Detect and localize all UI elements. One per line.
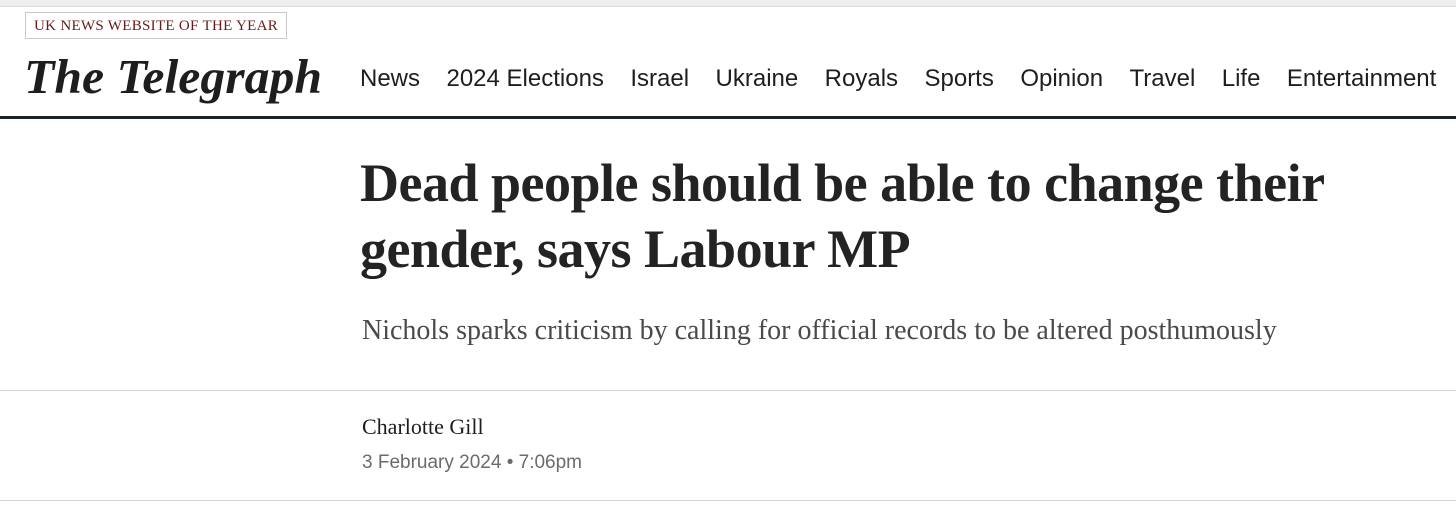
article-headline: Dead people should be able to change the… [360, 153, 1324, 279]
divider [0, 390, 1456, 391]
main-nav: News 2024 Elections Israel Ukraine Royal… [360, 62, 1456, 96]
nav-item-opinion[interactable]: Opinion [1020, 62, 1103, 96]
date-separator: • [506, 452, 514, 473]
nav-item-israel[interactable]: Israel [630, 62, 689, 96]
nav-item-ukraine[interactable]: Ukraine [716, 62, 799, 96]
award-badge: UK NEWS WEBSITE OF THE YEAR [25, 12, 288, 39]
nav-item-royals[interactable]: Royals [825, 62, 898, 96]
nav-item-sports[interactable]: Sports [924, 62, 993, 96]
nav-divider [0, 116, 1456, 119]
nav-item-2024-elections[interactable]: 2024 Elections [446, 62, 603, 96]
telegraph-logo[interactable]: The Telegraph [24, 46, 324, 108]
author-byline[interactable]: Charlotte Gill [362, 412, 484, 442]
logo-text: The Telegraph [24, 49, 322, 104]
nav-item-travel[interactable]: Travel [1130, 62, 1196, 96]
publish-date: 3 February 2024 [362, 452, 502, 473]
nav-item-life[interactable]: Life [1222, 62, 1261, 96]
divider [0, 500, 1456, 501]
article-standfirst: Nichols sparks criticism by calling for … [362, 315, 1277, 346]
browser-top-strip [0, 0, 1456, 7]
publish-time: 7:06pm [518, 452, 583, 473]
publish-dateline: 3 February 2024 • 7:06pm [362, 450, 582, 476]
nav-item-entertainment[interactable]: Entertainment [1287, 62, 1436, 96]
nav-item-news[interactable]: News [360, 62, 420, 96]
